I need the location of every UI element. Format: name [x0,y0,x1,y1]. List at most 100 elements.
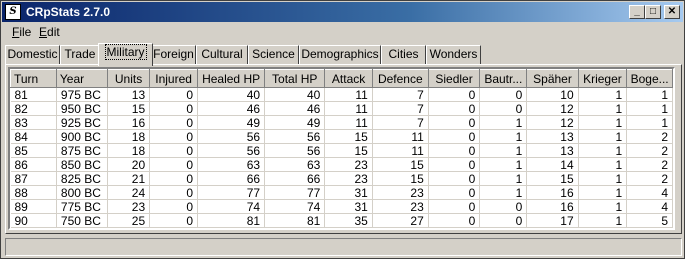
table-cell: 11 [324,101,373,116]
table-cell: 90 [10,213,57,228]
tab-wonders[interactable]: Wonders [426,45,481,65]
column-header[interactable]: Siedler [427,69,481,88]
table-cell: 40 [197,87,266,102]
tab-demographics[interactable]: Demographics [299,45,381,65]
table-cell: 23 [372,185,429,200]
table-cell: 74 [264,199,326,214]
column-header[interactable]: Turn [10,69,57,88]
table-cell: 0 [428,199,481,214]
column-header[interactable]: Boge... [626,69,673,88]
tab-foreign[interactable]: Foreign [151,45,196,65]
menu-edit[interactable]: Edit [39,25,60,39]
tab-cultural[interactable]: Cultural [196,45,248,65]
tab-label: Domestic [7,47,58,61]
table-cell: 16 [526,185,579,200]
table-row[interactable]: 83 925 BC 16 0 49 49 11 7 0 1 12 1 1 [10,115,673,130]
table-cell: 10 [526,87,579,102]
table-cell: 88 [10,185,57,200]
tab-military[interactable]: Military [98,43,153,66]
table-cell: 24 [107,185,151,200]
table-cell: 81 [10,87,57,102]
column-header[interactable]: Year [55,69,108,88]
table-row[interactable]: 88 800 BC 24 0 77 77 31 23 0 1 16 1 4 [10,185,673,200]
column-header[interactable]: Attack [324,69,373,88]
table-cell: 66 [264,171,326,186]
window-title: CRpStats 2.7.0 [26,5,111,19]
table-cell: 5 [626,213,673,228]
app-s-icon[interactable]: S [5,4,21,20]
table-cell: 4 [626,199,673,214]
tab-label: Science [252,47,295,61]
table-body: 81 975 BC 13 0 40 40 11 7 0 0 10 1 1 82 950 BC 15 0 46 46 1… [10,87,673,228]
table-cell: 13 [107,87,151,102]
minimize-button[interactable]: _ [629,5,645,19]
column-header[interactable]: Healed HP [197,69,266,88]
table-cell: 950 BC [56,101,108,116]
table-cell: 17 [526,213,579,228]
tab-label: Military [104,44,147,60]
table-cell: 13 [526,129,579,144]
table-cell: 56 [264,143,326,158]
table-cell: 11 [324,87,373,102]
table-cell: 81 [197,213,266,228]
table-row[interactable]: 82 950 BC 15 0 46 46 11 7 0 0 12 1 1 [10,101,673,116]
maximize-button[interactable]: □ [645,5,661,19]
column-header[interactable]: Krieger [577,69,628,88]
military-table-frame[interactable]: Turn Year Units Injured Healed HP Total HP Att… [8,67,675,230]
table-cell: 87 [10,171,57,186]
table-row[interactable]: 85 875 BC 18 0 56 56 15 11 0 1 13 1 2 [10,143,673,158]
table-cell: 63 [264,157,326,172]
table-cell: 15 [372,157,429,172]
table-cell: 0 [479,213,528,228]
military-table: Turn Year Units Injured Healed HP Total HP Att… [10,69,673,228]
table-row[interactable]: 89 775 BC 23 0 74 74 31 23 0 0 16 1 4 [10,199,673,214]
tab-domestic[interactable]: Domestic [5,45,60,65]
table-cell: 56 [197,143,266,158]
table-cell: 85 [10,143,57,158]
table-cell: 1 [626,87,673,102]
table-cell: 0 [428,101,481,116]
table-cell: 0 [149,185,199,200]
table-cell: 1 [578,199,628,214]
tab-science[interactable]: Science [248,45,299,65]
table-cell: 1 [578,87,628,102]
title-bar[interactable]: S CRpStats 2.7.0 _ □ ✕ [2,2,683,22]
table-row[interactable]: 81 975 BC 13 0 40 40 11 7 0 0 10 1 1 [10,87,673,102]
table-cell: 27 [372,213,429,228]
table-cell: 0 [149,115,199,130]
tab-trade[interactable]: Trade [60,45,100,65]
close-button[interactable]: ✕ [664,5,680,19]
table-row[interactable]: 84 900 BC 18 0 56 56 15 11 0 1 13 1 2 [10,129,673,144]
column-header[interactable]: Injured [149,69,199,88]
table-cell: 1 [479,143,528,158]
table-cell: 800 BC [56,185,108,200]
table-cell: 1 [578,185,628,200]
tab-label: Demographics [301,47,379,61]
column-header[interactable]: Bautr... [479,69,528,88]
column-header[interactable]: Defence [371,69,429,88]
table-cell: 77 [197,185,266,200]
table-cell: 975 BC [56,87,108,102]
column-header[interactable]: Units [106,69,151,88]
table-cell: 15 [324,143,373,158]
table-cell: 0 [428,115,481,130]
table-cell: 2 [626,171,673,186]
table-cell: 63 [197,157,266,172]
table-cell: 0 [149,171,199,186]
table-cell: 46 [264,101,326,116]
table-cell: 0 [149,157,199,172]
table-cell: 11 [372,129,429,144]
tab-cities[interactable]: Cities [381,45,426,65]
table-cell: 31 [324,199,373,214]
table-cell: 0 [428,87,481,102]
table-row[interactable]: 87 825 BC 21 0 66 66 23 15 0 1 15 1 2 [10,171,673,186]
column-header[interactable]: Total HP [264,69,326,88]
table-cell: 15 [372,171,429,186]
table-row[interactable]: 86 850 BC 20 0 63 63 23 15 0 1 14 1 2 [10,157,673,172]
column-header[interactable]: Späher [526,69,579,88]
table-row[interactable]: 90 750 BC 25 0 81 81 35 27 0 0 17 1 5 [10,213,673,228]
table-cell: 82 [10,101,57,116]
table-cell: 74 [197,199,266,214]
menu-file[interactable]: File [12,25,31,39]
table-cell: 83 [10,115,57,130]
